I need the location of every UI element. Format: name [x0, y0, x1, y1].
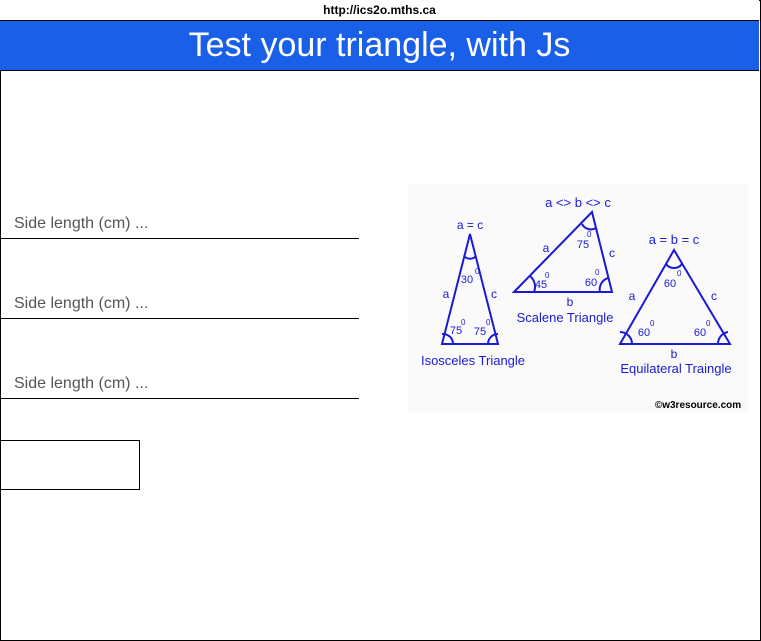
triangle-diagram-svg: a = c a c 30 0 75 0 75 0 Isosceles Trian… — [421, 195, 741, 411]
equilateral-top-angle: 60 — [664, 278, 676, 290]
triangle-types-diagram: a = c a c 30 0 75 0 75 0 Isosceles Trian… — [408, 184, 748, 412]
scalene-right-angle: 60 — [585, 277, 597, 289]
w3resource-credit: ©w3resource.com — [655, 400, 741, 411]
scalene-top-angle: 75 — [577, 239, 589, 251]
isosceles-top-angle: 30 — [461, 274, 473, 286]
equilateral-top-degree: 0 — [677, 269, 682, 278]
isosceles-top-label: a = c — [457, 218, 483, 232]
scalene-right-arc — [598, 277, 609, 293]
scalene-right-degree: 0 — [595, 268, 600, 277]
equilateral-right-degree: 0 — [706, 319, 711, 328]
equilateral-left-angle: 60 — [638, 327, 650, 339]
page-title: Test your triangle, with Js — [0, 21, 759, 71]
scalene-left-angle: 45 — [535, 279, 547, 291]
scalene-left-degree: 0 — [545, 271, 550, 280]
result-text — [0, 500, 759, 524]
scalene-top-label: a <> b <> c — [545, 195, 611, 210]
equilateral-side-b: b — [671, 347, 678, 361]
isosceles-caption: Isosceles Triangle — [421, 353, 525, 368]
url-bar: http://ics2o.mths.ca — [0, 0, 759, 21]
scalene-caption: Scalene Triangle — [517, 310, 614, 325]
check-button[interactable] — [0, 440, 140, 490]
equilateral-top-label: a = b = c — [649, 232, 700, 247]
isosceles-top-arc — [463, 255, 477, 260]
scalene-side-a: a — [543, 241, 550, 255]
scalene-triangle-shape — [511, 210, 614, 293]
side-b-input[interactable] — [0, 289, 359, 319]
equilateral-left-degree: 0 — [650, 319, 655, 328]
side-a-input[interactable] — [0, 209, 359, 239]
equilateral-side-a: a — [629, 289, 636, 303]
equilateral-caption: Equilateral Traingle — [620, 361, 731, 376]
scalene-top-arc — [581, 223, 597, 231]
scalene-top-degree: 0 — [587, 230, 592, 239]
isosceles-right-degree: 0 — [486, 318, 491, 327]
equilateral-right-angle: 60 — [694, 327, 706, 339]
isosceles-side-c: c — [491, 287, 497, 301]
isosceles-left-degree: 0 — [461, 318, 466, 327]
side-c-input[interactable] — [0, 369, 359, 399]
scalene-side-b: b — [567, 295, 574, 309]
equilateral-side-c: c — [711, 289, 717, 303]
isosceles-side-a: a — [443, 287, 450, 301]
scalene-side-c: c — [609, 246, 615, 260]
equilateral-top-arc — [665, 263, 683, 269]
isosceles-top-degree: 0 — [475, 267, 480, 276]
isosceles-right-angle: 75 — [474, 326, 486, 338]
